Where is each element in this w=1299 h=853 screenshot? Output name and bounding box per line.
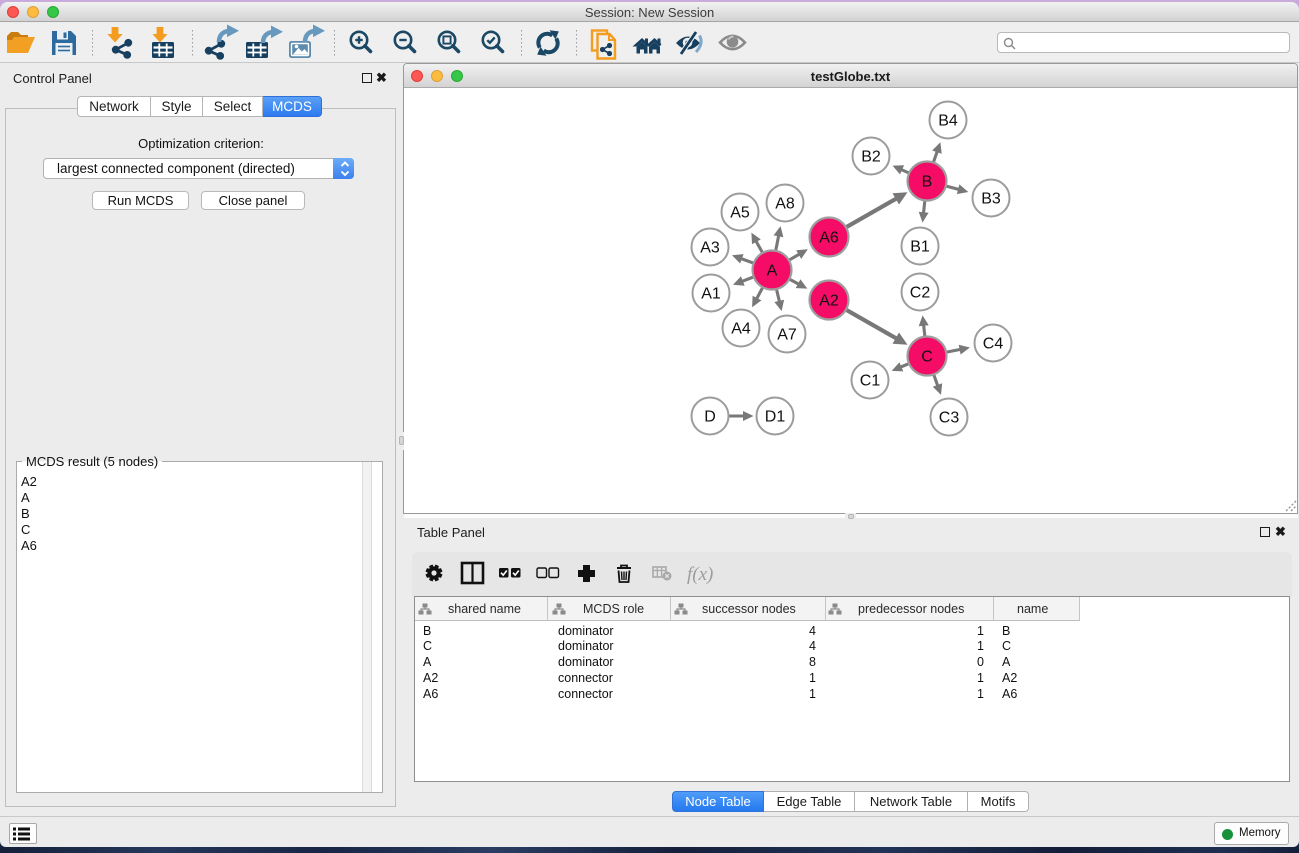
svg-text:A1: A1 [701, 286, 721, 303]
svg-text:A2: A2 [819, 293, 839, 310]
svg-text:f(x): f(x) [687, 564, 713, 585]
svg-text:B4: B4 [938, 113, 958, 130]
svg-text:C3: C3 [939, 410, 960, 427]
svg-text:A4: A4 [731, 321, 751, 338]
svg-text:B2: B2 [861, 149, 881, 166]
svg-text:A8: A8 [775, 196, 795, 213]
svg-text:C4: C4 [983, 336, 1004, 353]
svg-text:B3: B3 [981, 191, 1001, 208]
svg-text:A7: A7 [777, 327, 797, 344]
svg-text:D1: D1 [765, 409, 786, 426]
svg-text:B: B [922, 174, 933, 191]
svg-text:A5: A5 [730, 205, 750, 222]
svg-text:C1: C1 [860, 373, 881, 390]
svg-text:C2: C2 [910, 285, 931, 302]
svg-text:A6: A6 [819, 230, 839, 247]
svg-text:C: C [921, 349, 933, 366]
svg-text:B1: B1 [910, 239, 930, 256]
svg-text:A3: A3 [700, 240, 720, 257]
svg-text:A: A [767, 263, 778, 280]
svg-text:D: D [704, 409, 716, 426]
